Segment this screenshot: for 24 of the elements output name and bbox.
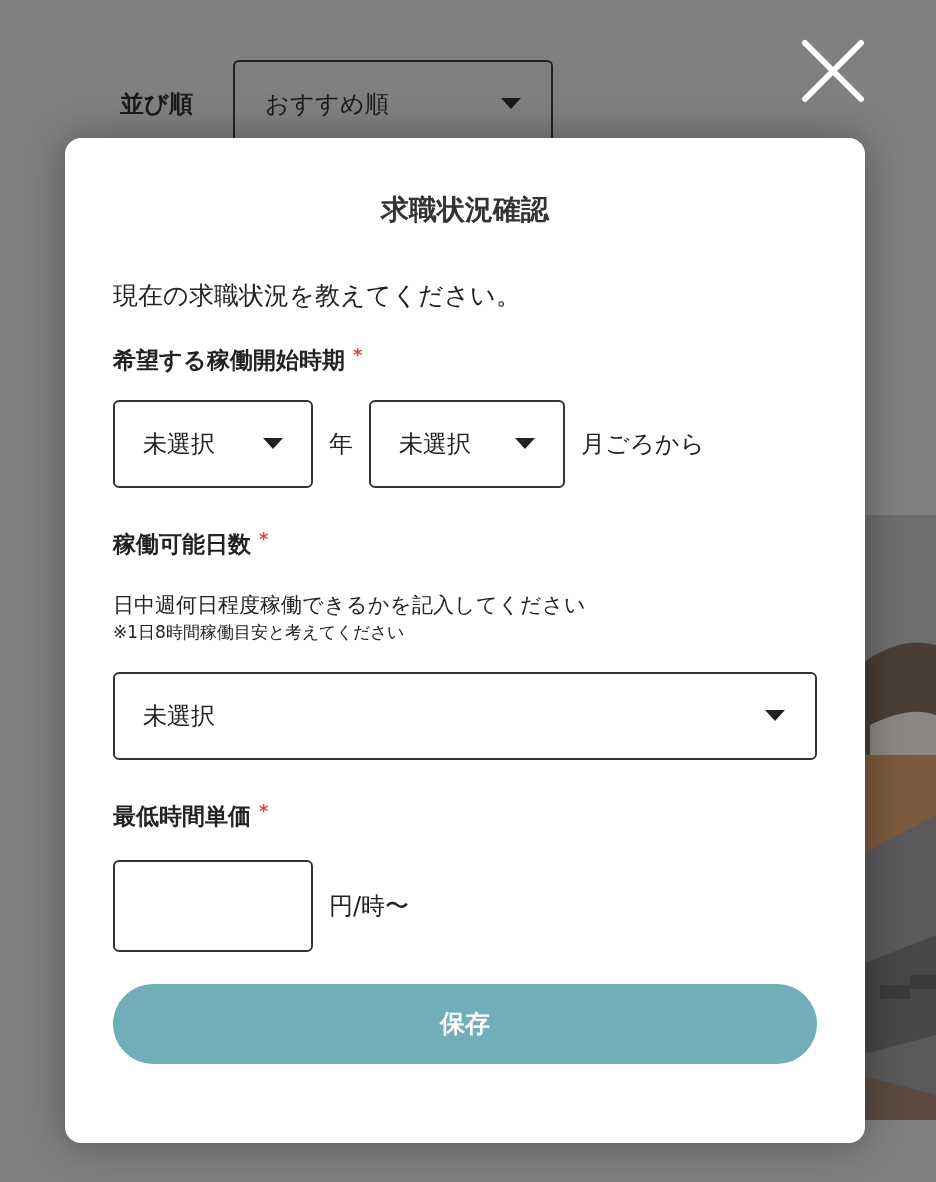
- required-mark: *: [259, 800, 269, 822]
- required-mark: *: [259, 528, 269, 550]
- input-field[interactable]: [113, 860, 313, 952]
- caret-icon: [765, 710, 785, 722]
- modal-title: 求職状況確認: [381, 192, 549, 228]
- select-field[interactable]: 未選択: [113, 400, 313, 488]
- help-text: 日中週何日程度稼働できるかを記入してください: [113, 592, 587, 619]
- field-label: 稼働可能日数: [113, 530, 251, 559]
- sort-label: 並び順: [120, 89, 193, 120]
- caret-icon: [515, 438, 535, 450]
- unit-label: 円/時〜: [329, 891, 410, 922]
- caret-icon: [501, 98, 521, 110]
- close-button[interactable]: [800, 38, 866, 104]
- select-field[interactable]: 未選択: [369, 400, 565, 488]
- required-mark: *: [353, 344, 363, 366]
- unit-label: 月ごろから: [581, 429, 705, 460]
- caret-icon: [263, 438, 283, 450]
- select-field[interactable]: 未選択: [113, 672, 817, 760]
- close-icon: [801, 39, 865, 103]
- intro-text: 現在の求職状況を教えてください。: [113, 280, 522, 312]
- note-text: ※1日8時間稼働目安と考えてください: [113, 621, 405, 644]
- unit-label: 年: [329, 429, 353, 460]
- field-label: 希望する稼働開始時期: [113, 346, 345, 375]
- field-label: 最低時間単価: [113, 802, 251, 831]
